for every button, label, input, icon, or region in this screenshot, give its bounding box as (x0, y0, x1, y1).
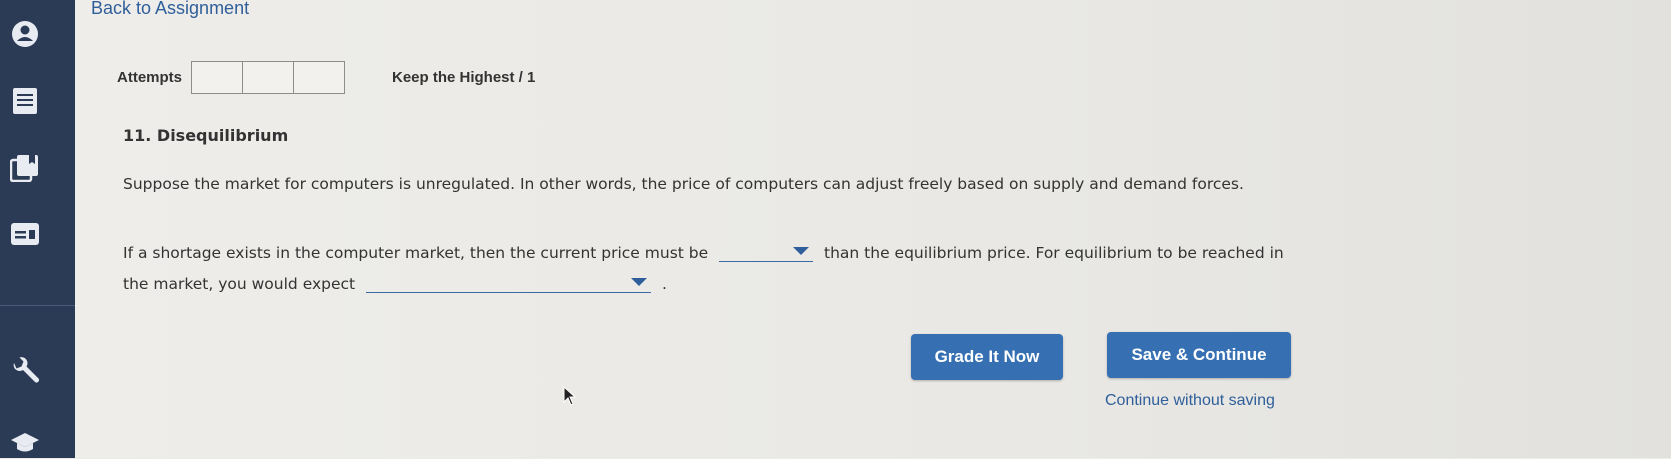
book-copy-icon[interactable] (8, 151, 42, 185)
save-and-continue-button[interactable]: Save & Continue (1107, 332, 1291, 378)
list-icon[interactable] (8, 84, 42, 118)
line2-before-text: the market, you would expect (123, 275, 356, 293)
attempt-box (191, 61, 243, 94)
attempt-box (242, 61, 294, 94)
keep-highest-label: Keep the Highest / 1 (392, 69, 536, 86)
expectation-dropdown[interactable] (366, 272, 652, 293)
line2-after-text: . (661, 275, 667, 293)
question-title: 11. Disequilibrium (123, 126, 289, 145)
line1-before-text: If a shortage exists in the computer mar… (123, 244, 709, 262)
chevron-down-icon (631, 278, 648, 286)
graduation-cap-icon[interactable] (8, 425, 42, 459)
chevron-down-icon (793, 247, 810, 255)
wrench-icon[interactable] (8, 355, 42, 389)
attempt-boxes (191, 61, 345, 94)
main-content: Back to Assignment Attempts Keep the Hig… (75, 0, 1671, 458)
line1-after-text: than the equilibrium price. For equilibr… (824, 244, 1284, 262)
sidebar-divider (0, 305, 75, 306)
attempt-box (293, 61, 345, 94)
question-intro: Suppose the market for computers is unre… (123, 175, 1244, 193)
attempts-label: Attempts (117, 69, 183, 86)
grade-it-now-button[interactable]: Grade It Now (911, 334, 1063, 380)
price-comparison-dropdown[interactable] (719, 241, 814, 262)
sidebar (0, 0, 75, 458)
user-icon[interactable] (8, 17, 42, 51)
continue-without-saving-link[interactable]: Continue without saving (1105, 392, 1275, 410)
question-line-1: If a shortage exists in the computer mar… (123, 241, 1284, 262)
mouse-cursor-icon (563, 385, 577, 410)
card-icon[interactable] (8, 217, 42, 251)
question-line-2: the market, you would expect . (123, 272, 667, 293)
back-to-assignment-link[interactable]: Back to Assignment (91, 0, 249, 19)
